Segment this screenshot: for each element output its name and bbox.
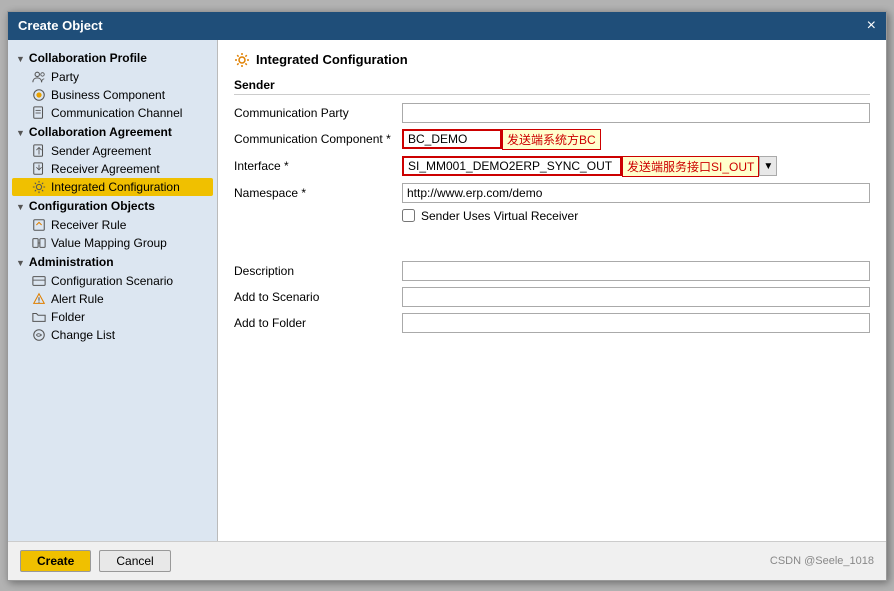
tree-item-label: Value Mapping Group	[51, 236, 167, 250]
add-to-scenario-input[interactable]	[402, 287, 870, 307]
namespace-row: Namespace	[234, 183, 870, 203]
interface-dropdown-button[interactable]: ▼	[759, 156, 777, 176]
config-scenario-icon	[32, 274, 46, 288]
section-label: Administration	[29, 255, 114, 269]
tree-item-label: Change List	[51, 328, 115, 342]
change-list-icon	[32, 328, 46, 342]
chevron-down-icon	[16, 255, 25, 269]
tree-item-label: Communication Channel	[51, 106, 182, 120]
value-mapping-icon	[32, 236, 46, 250]
interface-input[interactable]	[402, 156, 622, 176]
section-label: Collaboration Agreement	[29, 125, 172, 139]
section-label: Configuration Objects	[29, 199, 155, 213]
channel-icon	[32, 106, 46, 120]
left-panel: Collaboration Profile Party	[8, 40, 218, 541]
communication-component-annotation: 发送端系统方BC	[502, 129, 601, 150]
cancel-button[interactable]: Cancel	[99, 550, 170, 572]
create-button[interactable]: Create	[20, 550, 91, 572]
dialog-titlebar: Create Object ×	[8, 12, 886, 40]
tree-item-label: Receiver Rule	[51, 218, 126, 232]
tree-item-label: Receiver Agreement	[51, 162, 160, 176]
description-input[interactable]	[402, 261, 870, 281]
add-to-folder-row: Add to Folder	[234, 313, 870, 333]
virtual-receiver-label: Sender Uses Virtual Receiver	[421, 209, 578, 223]
tree-section-collaboration-profile[interactable]: Collaboration Profile	[12, 48, 213, 68]
tree-item-label: Integrated Configuration	[51, 180, 180, 194]
section-title-text: Integrated Configuration	[256, 52, 408, 67]
virtual-receiver-row: Sender Uses Virtual Receiver	[402, 209, 870, 223]
people-icon	[32, 70, 46, 84]
tree-item-label: Configuration Scenario	[51, 274, 173, 288]
tree-item-alert-rule[interactable]: Alert Rule	[12, 290, 213, 308]
tree-section-collaboration-agreement[interactable]: Collaboration Agreement	[12, 122, 213, 142]
communication-component-input[interactable]	[402, 129, 502, 149]
description-label: Description	[234, 264, 394, 278]
tree-section-configuration-objects[interactable]: Configuration Objects	[12, 196, 213, 216]
interface-input-wrap: 发送端服务接口SI_OUT ▼	[402, 156, 870, 177]
chevron-down-icon	[16, 51, 25, 65]
tree-item-label: Sender Agreement	[51, 144, 151, 158]
tree-item-communication-channel[interactable]: Communication Channel	[12, 104, 213, 122]
tree-item-sender-agreement[interactable]: Sender Agreement	[12, 142, 213, 160]
tree-item-business-component[interactable]: Business Component	[12, 86, 213, 104]
chevron-down-icon	[16, 125, 25, 139]
form-group-title: Sender	[234, 78, 870, 95]
close-button[interactable]: ×	[867, 18, 876, 34]
communication-party-label: Communication Party	[234, 106, 394, 120]
tree-item-receiver-rule[interactable]: Receiver Rule	[12, 216, 213, 234]
interface-row: Interface 发送端服务接口SI_OUT ▼	[234, 156, 870, 177]
tree-item-label: Folder	[51, 310, 85, 324]
integrated-config-icon	[234, 52, 250, 68]
add-to-scenario-row: Add to Scenario	[234, 287, 870, 307]
communication-component-row: Communication Component 发送端系统方BC	[234, 129, 870, 150]
dialog-title: Create Object	[18, 18, 103, 33]
add-to-folder-input[interactable]	[402, 313, 870, 333]
description-row: Description	[234, 261, 870, 281]
interface-annotation: 发送端服务接口SI_OUT	[622, 156, 759, 177]
tree-item-integrated-configuration[interactable]: Integrated Configuration	[12, 178, 213, 196]
section-title: Integrated Configuration	[234, 52, 870, 68]
tree-item-party[interactable]: Party	[12, 68, 213, 86]
gear-icon	[32, 180, 46, 194]
folder-icon	[32, 310, 46, 324]
tree-item-receiver-agreement[interactable]: Receiver Agreement	[12, 160, 213, 178]
tree-item-label: Business Component	[51, 88, 165, 102]
add-to-scenario-label: Add to Scenario	[234, 290, 394, 304]
tree-section-administration[interactable]: Administration	[12, 252, 213, 272]
sender-agreement-icon	[32, 144, 46, 158]
receiver-agreement-icon	[32, 162, 46, 176]
alert-rule-icon	[32, 292, 46, 306]
communication-component-label: Communication Component	[234, 132, 394, 146]
tree-item-label: Alert Rule	[51, 292, 104, 306]
namespace-input[interactable]	[402, 183, 870, 203]
chevron-down-icon	[16, 199, 25, 213]
interface-label: Interface	[234, 159, 394, 173]
tree-item-value-mapping-group[interactable]: Value Mapping Group	[12, 234, 213, 252]
tree-item-change-list[interactable]: Change List	[12, 326, 213, 344]
namespace-label: Namespace	[234, 186, 394, 200]
section-label: Collaboration Profile	[29, 51, 147, 65]
receiver-rule-icon	[32, 218, 46, 232]
dialog-body: Collaboration Profile Party	[8, 40, 886, 541]
communication-component-input-wrap: 发送端系统方BC	[402, 129, 870, 150]
tree-item-folder[interactable]: Folder	[12, 308, 213, 326]
create-object-dialog: Create Object × Collaboration Profile	[7, 11, 887, 581]
dialog-overlay: Create Object × Collaboration Profile	[0, 0, 894, 591]
communication-party-input[interactable]	[402, 103, 870, 123]
add-to-folder-label: Add to Folder	[234, 316, 394, 330]
watermark-text: CSDN @Seele_1018	[770, 555, 874, 567]
component-icon	[32, 88, 46, 102]
virtual-receiver-checkbox[interactable]	[402, 209, 415, 222]
footer-buttons: Create Cancel	[20, 550, 171, 572]
dialog-footer: Create Cancel CSDN @Seele_1018	[8, 541, 886, 580]
tree-item-label: Party	[51, 70, 79, 84]
communication-party-row: Communication Party	[234, 103, 870, 123]
tree-item-configuration-scenario[interactable]: Configuration Scenario	[12, 272, 213, 290]
right-panel: Integrated Configuration Sender Communic…	[218, 40, 886, 541]
